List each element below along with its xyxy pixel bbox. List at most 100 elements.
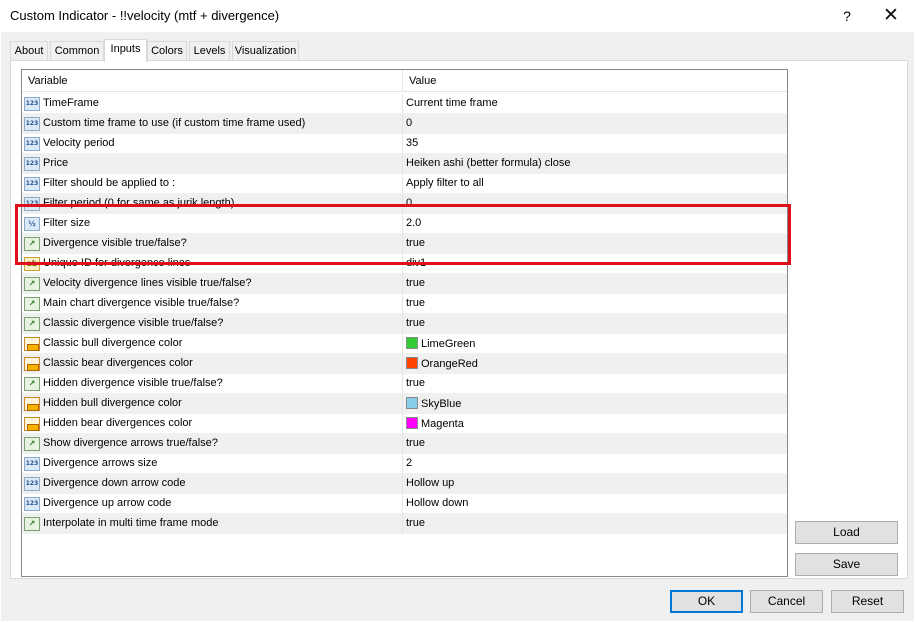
variable-value[interactable]: Apply filter to all	[406, 177, 484, 189]
ok-button[interactable]: OK	[670, 590, 743, 613]
variable-name: Divergence arrows size	[43, 457, 158, 469]
grid-row[interactable]: 123 Filter period (0 for same as jurik le…	[22, 194, 787, 214]
variable-value[interactable]: true	[406, 297, 425, 309]
value-text: 2	[406, 457, 413, 469]
variable-value[interactable]: true	[406, 277, 425, 289]
cancel-button[interactable]: Cancel	[750, 590, 823, 613]
variable-name: Show divergence arrows true/false?	[43, 437, 218, 449]
bool-icon: ↗	[24, 517, 40, 531]
value-text: true	[406, 297, 425, 309]
value-text: true	[406, 317, 425, 329]
grid-row[interactable]: 123 Custom time frame to use (if custom t…	[22, 114, 787, 134]
tab-common[interactable]: Common	[50, 41, 104, 61]
variable-name: Hidden bear divergences color	[43, 417, 193, 429]
color-icon	[24, 357, 40, 371]
variable-value[interactable]: Heiken ashi (better formula) close	[406, 157, 570, 169]
bool-icon: ↗	[24, 437, 40, 451]
variable-value[interactable]: Current time frame	[406, 97, 498, 109]
grid-row[interactable]: ab Unique ID for divergence lines div1	[22, 254, 787, 274]
bool-icon: ↗	[24, 297, 40, 311]
help-button[interactable]: ?	[833, 2, 861, 30]
variable-name: Custom time frame to use (if custom time…	[43, 117, 306, 129]
grid-row[interactable]: Classic bull divergence color LimeGreen	[22, 334, 787, 354]
variable-name: Hidden bull divergence color	[43, 397, 182, 409]
variable-value[interactable]: LimeGreen	[406, 337, 475, 350]
grid-row[interactable]: ↗ Classic divergence visible true/false? t…	[22, 314, 787, 334]
close-button[interactable]: ✕	[874, 2, 908, 30]
grid-row[interactable]: ↗ Velocity divergence lines visible true/…	[22, 274, 787, 294]
tab-levels[interactable]: Levels	[189, 41, 230, 61]
load-button[interactable]: Load	[795, 521, 898, 544]
variable-value[interactable]: 0	[406, 197, 412, 209]
int-icon: 123	[24, 137, 40, 151]
grid-row[interactable]: Hidden bull divergence color SkyBlue	[22, 394, 787, 414]
reset-button[interactable]: Reset	[831, 590, 904, 613]
column-header-variable[interactable]: Variable	[28, 75, 68, 87]
window-title: Custom Indicator - !!velocity (mtf + div…	[10, 8, 280, 23]
variable-value[interactable]: Magenta	[406, 417, 464, 430]
variable-value[interactable]: 2.0	[406, 217, 421, 229]
tab-visualization[interactable]: Visualization	[232, 41, 299, 61]
grid-row[interactable]: ↗ Show divergence arrows true/false? true	[22, 434, 787, 454]
grid-row[interactable]: 123 Divergence down arrow code Hollow up	[22, 474, 787, 494]
variable-name: Divergence visible true/false?	[43, 237, 187, 249]
grid-row[interactable]: ↗ Main chart divergence visible true/fals…	[22, 294, 787, 314]
value-text: 2.0	[406, 217, 422, 229]
variable-value[interactable]: div1	[406, 257, 426, 269]
cell-divider	[402, 174, 403, 194]
bool-icon: ↗	[24, 317, 40, 331]
grid-row[interactable]: 123 TimeFrame Current time frame	[22, 94, 787, 114]
cell-divider	[402, 354, 403, 374]
variable-value[interactable]: SkyBlue	[406, 397, 461, 410]
cell-divider	[402, 154, 403, 174]
variable-value[interactable]: true	[406, 317, 425, 329]
column-divider[interactable]	[402, 70, 403, 92]
save-button[interactable]: Save	[795, 553, 898, 576]
variable-name: Velocity divergence lines visible true/f…	[43, 277, 252, 289]
tab-inputs[interactable]: Inputs	[104, 39, 147, 62]
color-swatch	[406, 357, 418, 369]
value-text: Apply filter to all	[406, 177, 484, 189]
grid-row[interactable]: 123 Velocity period 35	[22, 134, 787, 154]
variable-value[interactable]: OrangeRed	[406, 357, 478, 370]
grid-row[interactable]: ↗ Interpolate in multi time frame mode tru…	[22, 514, 787, 534]
grid-row[interactable]: 123 Filter should be applied to : Apply fi…	[22, 174, 787, 194]
grid-row[interactable]: 123 Price Heiken ashi (better formula) clo…	[22, 154, 787, 174]
grid-row[interactable]: ↗ Divergence visible true/false? true	[22, 234, 787, 254]
variable-name: Interpolate in multi time frame mode	[43, 517, 219, 529]
variable-value[interactable]: 35	[406, 137, 418, 149]
variable-value[interactable]: true	[406, 517, 425, 529]
variable-value[interactable]: 0	[406, 117, 412, 129]
bool-icon: ↗	[24, 377, 40, 391]
grid-row[interactable]: ↗ Hidden divergence visible true/false? tr…	[22, 374, 787, 394]
value-text: SkyBlue	[421, 398, 462, 410]
variable-value[interactable]: true	[406, 377, 425, 389]
grid-row[interactable]: Hidden bear divergences color Magenta	[22, 414, 787, 434]
value-text: Hollow up	[406, 477, 455, 489]
variable-value[interactable]: Hollow up	[406, 477, 454, 489]
cell-divider	[402, 194, 403, 214]
color-icon	[24, 397, 40, 411]
grid-row[interactable]: 123 Divergence arrows size 2	[22, 454, 787, 474]
variable-name: Classic divergence visible true/false?	[43, 317, 224, 329]
cell-divider	[402, 494, 403, 514]
grid-row[interactable]: 123 Divergence up arrow code Hollow down	[22, 494, 787, 514]
variable-value[interactable]: 2	[406, 457, 412, 469]
variable-value[interactable]: Hollow down	[406, 497, 468, 509]
variable-name: Filter size	[43, 217, 91, 229]
variable-value[interactable]: true	[406, 437, 425, 449]
grid-rows: 123 TimeFrame Current time frame 123 Custom …	[22, 94, 787, 534]
column-header-value[interactable]: Value	[409, 75, 436, 87]
value-text: true	[406, 277, 425, 289]
variable-value[interactable]: true	[406, 237, 425, 249]
value-text: Hollow down	[406, 497, 469, 509]
title-bar: Custom Indicator - !!velocity (mtf + div…	[0, 0, 915, 32]
grid-row[interactable]: Classic bear divergences color OrangeRed	[22, 354, 787, 374]
tab-colors[interactable]: Colors	[147, 41, 187, 61]
grid-row[interactable]: ½ Filter size 2.0	[22, 214, 787, 234]
variable-name: Hidden divergence visible true/false?	[43, 377, 223, 389]
variable-name: Divergence up arrow code	[43, 497, 172, 509]
cell-divider	[402, 474, 403, 494]
tab-about[interactable]: About	[10, 41, 48, 61]
variable-name: Main chart divergence visible true/false…	[43, 297, 240, 309]
